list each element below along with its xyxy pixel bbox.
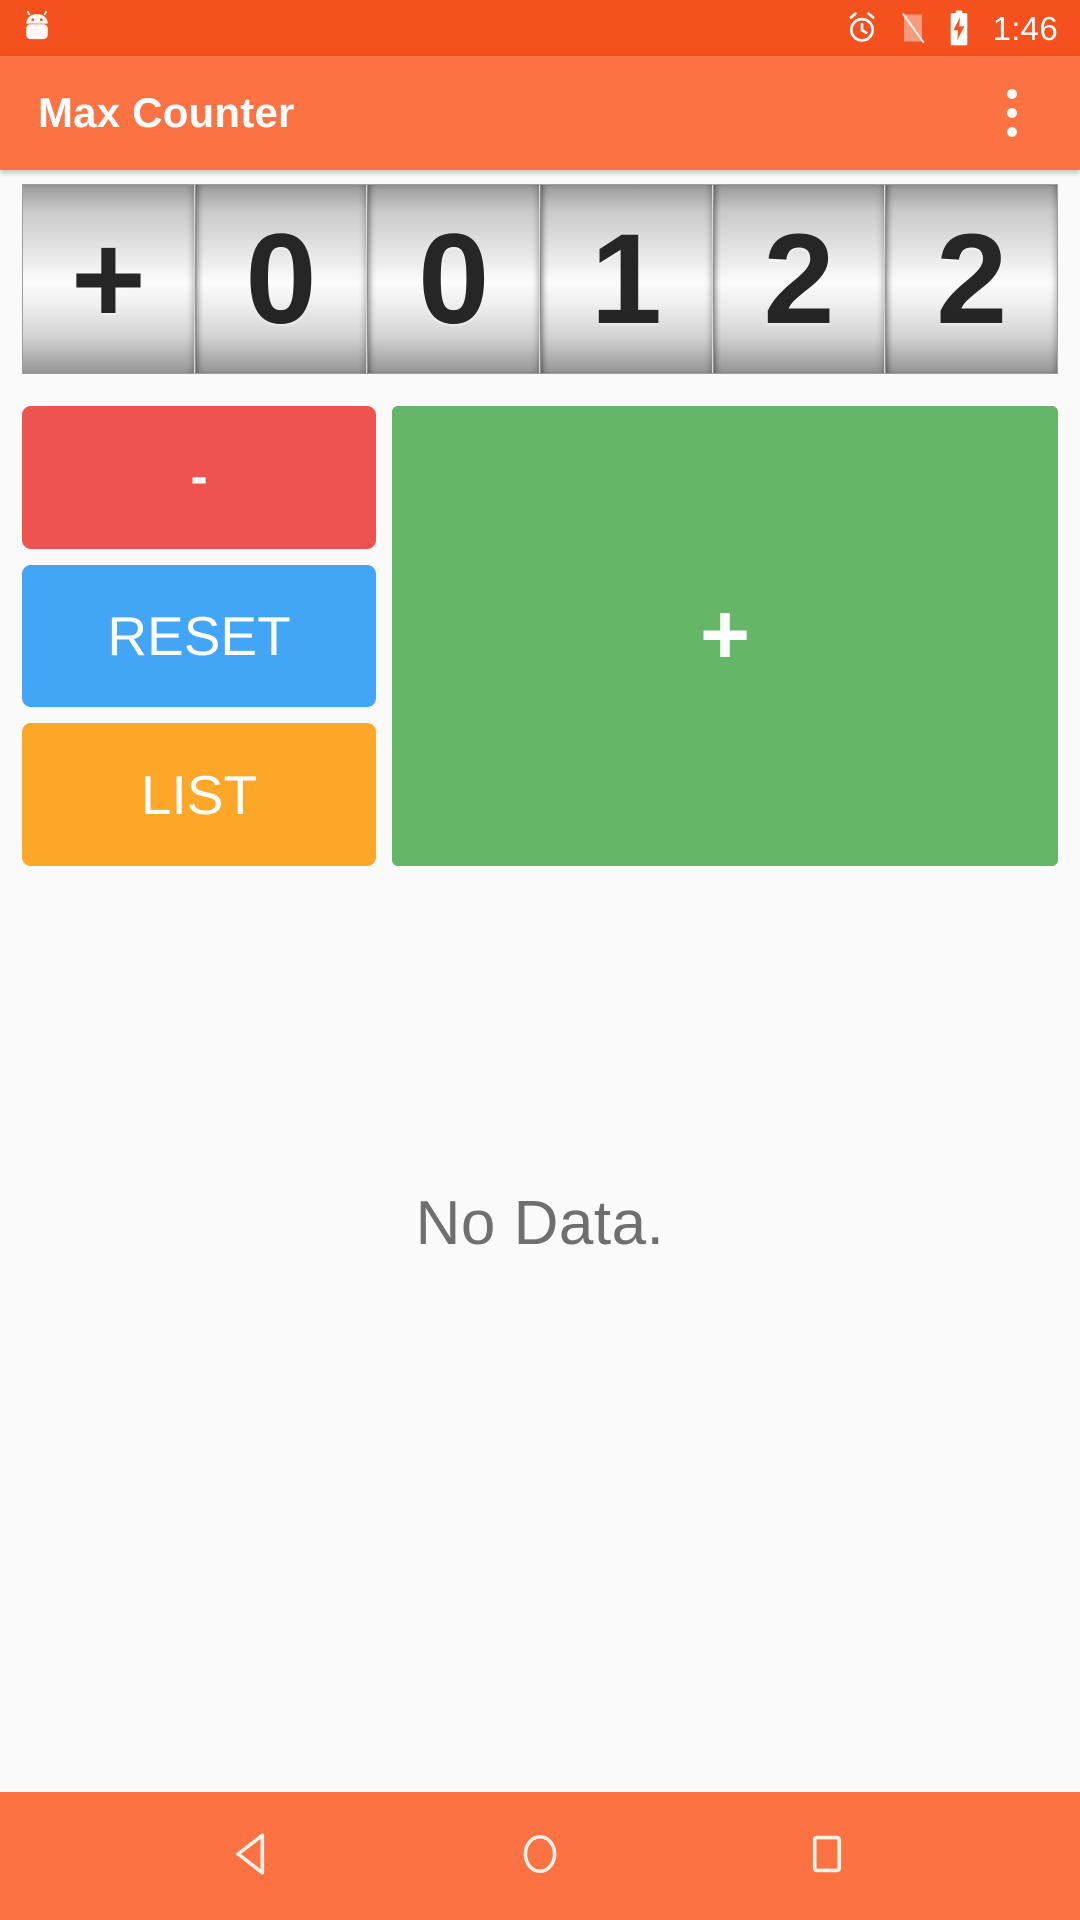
home-circle-icon <box>515 1829 565 1884</box>
list-button[interactable]: LIST <box>22 723 376 867</box>
counter-wheel-digit: + <box>70 208 146 351</box>
button-grid: - RESET LIST + <box>22 406 1058 867</box>
nav-home-button[interactable] <box>480 1796 600 1916</box>
counter-wheel-digit: 0 <box>418 208 490 351</box>
main-content: + 9 0 1 9 0 1 0 <box>0 170 1080 1792</box>
button-column-left: - RESET LIST <box>22 406 376 867</box>
alarm-icon <box>844 10 880 46</box>
counter-wheel-digit: 2 <box>936 208 1008 351</box>
counter-wheel: 1 2 3 <box>712 185 886 373</box>
counter-display[interactable]: + 9 0 1 9 0 1 0 <box>22 184 1058 374</box>
system-navigation-bar <box>0 1792 1080 1920</box>
counter-wheel: + <box>23 185 195 373</box>
counter-wheel: 9 0 1 <box>194 185 368 373</box>
empty-state-message: No Data. <box>415 1189 665 1258</box>
phone-screen: 1:46 Max Counter + 9 0 <box>0 0 1080 1920</box>
counter-wheel-digit: 0 <box>245 208 317 351</box>
reset-button[interactable]: RESET <box>22 564 376 708</box>
empty-state: No Data. <box>0 866 1080 1792</box>
android-head-icon <box>18 9 56 47</box>
status-bar-right: 1:46 <box>844 9 1058 47</box>
more-vert-icon <box>1007 89 1017 137</box>
app-bar: Max Counter <box>0 56 1080 170</box>
decrement-button[interactable]: - <box>22 406 376 549</box>
counter-wheel-digit: 2 <box>763 208 835 351</box>
increment-button[interactable]: + <box>392 406 1058 866</box>
back-triangle-icon <box>225 1826 281 1887</box>
counter-wheel: 1 2 3 <box>885 185 1057 373</box>
battery-charging-icon <box>946 9 972 47</box>
status-bar-clock: 1:46 <box>992 9 1058 47</box>
overflow-menu-button[interactable] <box>974 70 1050 156</box>
no-sim-signal-icon <box>897 10 929 46</box>
status-bar: 1:46 <box>0 0 1080 56</box>
counter-wheel: 9 0 1 <box>367 185 541 373</box>
nav-back-button[interactable] <box>193 1796 313 1916</box>
status-bar-left <box>18 9 56 47</box>
counter-wheel-digit: 1 <box>590 208 662 351</box>
counter-wheel: 0 1 2 <box>540 185 713 373</box>
recents-square-icon <box>804 1831 850 1882</box>
page-title: Max Counter <box>38 89 295 136</box>
nav-recents-button[interactable] <box>767 1796 887 1916</box>
